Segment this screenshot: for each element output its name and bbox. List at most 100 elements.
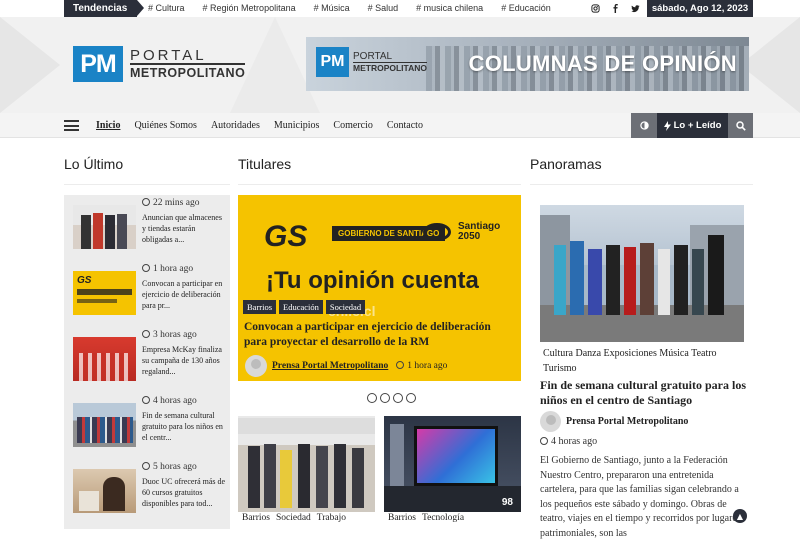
twitter-icon[interactable] bbox=[630, 0, 640, 17]
list-item[interactable]: GS 1 hora ago Convocan a participar en e… bbox=[73, 261, 223, 316]
scroll-to-top-button[interactable]: ▲ bbox=[733, 509, 747, 523]
item-title[interactable]: Fin de semana cultural gratuito para los… bbox=[142, 410, 227, 443]
clock-icon bbox=[396, 361, 405, 369]
main-nav: Inicio Quiénes Somos Autoridades Municip… bbox=[0, 113, 800, 138]
list-item[interactable]: 22 mins ago Anuncian que almacenes y tie… bbox=[73, 195, 223, 250]
santiago-2050-line-2: 2050 bbox=[458, 231, 481, 242]
item-time-text: 22 mins ago bbox=[153, 198, 200, 208]
card-image[interactable] bbox=[238, 416, 375, 512]
list-item[interactable]: 4 horas ago Fin de semana cultural gratu… bbox=[73, 393, 223, 448]
tag-tecnologia[interactable]: Tecnología bbox=[422, 513, 464, 523]
panorama-image[interactable] bbox=[540, 205, 744, 342]
featured-tags: Barrios Educación Sociedad bbox=[243, 300, 366, 314]
facebook-icon[interactable] bbox=[610, 0, 620, 17]
card-tags: Barrios Tecnología bbox=[388, 513, 464, 523]
tag-teatro[interactable]: Teatro bbox=[691, 348, 716, 359]
divider bbox=[64, 184, 230, 185]
item-title[interactable]: Convocan a participar en ejercicio de de… bbox=[142, 278, 227, 311]
slider-dots bbox=[367, 393, 416, 403]
tag-sociedad[interactable]: Sociedad bbox=[276, 513, 311, 523]
item-title[interactable]: Duoc UC ofrecerá más de 60 cursos gratui… bbox=[142, 476, 227, 509]
slider-dot-1[interactable] bbox=[367, 393, 377, 403]
item-time-text: 4 horas ago bbox=[153, 396, 197, 406]
header-pattern bbox=[0, 17, 60, 113]
trending-label: Tendencias bbox=[64, 0, 144, 17]
trending-tag-educacion[interactable]: # Educación bbox=[501, 0, 551, 17]
site-logo[interactable]: PM PORTAL METROPOLITANO bbox=[73, 46, 246, 82]
nav-item-municipios[interactable]: Municipios bbox=[274, 120, 320, 131]
panorama-title[interactable]: Fin de semana cultural gratuito para los… bbox=[540, 378, 750, 408]
logo-line-1: PORTAL bbox=[130, 46, 207, 64]
trending-tag-musica[interactable]: # Música bbox=[314, 0, 350, 17]
panorama-author: Prensa Portal Metropolitano bbox=[540, 411, 688, 432]
top-bar: Tendencias # Cultura # Región Metropolit… bbox=[0, 0, 800, 17]
nav-item-comercio[interactable]: Comercio bbox=[333, 120, 372, 131]
item-time: 3 horas ago bbox=[142, 330, 197, 340]
thumbnail-image: GS bbox=[73, 271, 136, 315]
instagram-icon[interactable] bbox=[590, 0, 600, 17]
tag-trabajo[interactable]: Trabajo bbox=[317, 513, 346, 523]
thumbnail-image bbox=[73, 469, 136, 513]
item-time: 4 horas ago bbox=[142, 396, 197, 406]
nav-item-inicio[interactable]: Inicio bbox=[96, 120, 120, 131]
list-item[interactable]: 3 horas ago Empresa McKay finaliza su ca… bbox=[73, 327, 223, 382]
featured-author: Prensa Portal Metropolitano 1 hora ago bbox=[245, 355, 447, 377]
featured-slide-image[interactable]: GS GOBIERNO DE SANTIAGO Santiago 2050 ¡Tu… bbox=[238, 195, 521, 381]
header-pattern bbox=[740, 17, 800, 113]
slider-dot-2[interactable] bbox=[380, 393, 390, 403]
trending-tag-musica-chilena[interactable]: # musica chilena bbox=[416, 0, 483, 17]
tag-turismo[interactable]: Turismo bbox=[543, 363, 577, 374]
tag-exposiciones[interactable]: Exposiciones bbox=[604, 348, 657, 359]
item-title[interactable]: Empresa McKay finaliza su campaña de 130… bbox=[142, 344, 227, 377]
lo-mas-leido-label: Lo + Leído bbox=[673, 120, 722, 131]
site-header: PM PORTAL METROPOLITANO PM PORTAL METROPO… bbox=[0, 17, 800, 113]
trending-tag-region[interactable]: # Región Metropolitana bbox=[203, 0, 296, 17]
banner-logo-line-2: METROPOLITANO bbox=[353, 61, 427, 73]
lo-mas-leido-button[interactable]: Lo + Leído bbox=[657, 113, 728, 138]
columnas-opinion-banner[interactable]: PM PORTAL METROPOLITANO COLUMNAS DE OPINI… bbox=[306, 37, 749, 91]
item-time-text: 1 hora ago bbox=[153, 264, 194, 274]
section-title-headlines: Titulares bbox=[238, 156, 292, 172]
banner-logo: PM PORTAL METROPOLITANO bbox=[316, 47, 427, 77]
item-time-text: 5 horas ago bbox=[153, 462, 197, 472]
item-time: 1 hora ago bbox=[142, 264, 193, 274]
author-name[interactable]: Prensa Portal Metropolitano bbox=[566, 416, 688, 427]
nav-item-quienes-somos[interactable]: Quiénes Somos bbox=[134, 120, 197, 131]
card-image[interactable]: 98 bbox=[384, 416, 521, 512]
logo-line-2: METROPOLITANO bbox=[130, 62, 246, 80]
tag-sociedad[interactable]: Sociedad bbox=[325, 300, 366, 314]
trending-tag-cultura[interactable]: # Cultura bbox=[148, 0, 185, 17]
nav-item-contacto[interactable]: Contacto bbox=[387, 120, 423, 131]
item-title[interactable]: Anuncian que almacenes y tiendas estarán… bbox=[142, 212, 227, 245]
contrast-icon bbox=[639, 121, 649, 130]
slider-dot-4[interactable] bbox=[406, 393, 416, 403]
panorama-tags: Cultura Danza Exposiciones Música Teatro… bbox=[543, 346, 743, 376]
current-date: sábado, Ago 12, 2023 bbox=[647, 0, 753, 17]
slider-dot-3[interactable] bbox=[393, 393, 403, 403]
hamburger-menu-icon[interactable] bbox=[64, 120, 79, 131]
search-button[interactable] bbox=[728, 113, 753, 138]
clock-icon bbox=[142, 330, 150, 338]
banner-logo-text: PORTAL METROPOLITANO bbox=[353, 51, 427, 73]
thumbnail-image bbox=[73, 337, 136, 381]
item-time: 5 horas ago bbox=[142, 462, 197, 472]
tag-educacion[interactable]: Educación bbox=[279, 300, 323, 314]
nav-buttons: Lo + Leído bbox=[631, 113, 753, 138]
list-item[interactable]: 5 horas ago Duoc UC ofrecerá más de 60 c… bbox=[73, 459, 225, 514]
clock-icon bbox=[540, 437, 548, 445]
trending-tag-salud[interactable]: # Salud bbox=[368, 0, 399, 17]
featured-title[interactable]: Convocan a participar en ejercicio de de… bbox=[244, 320, 516, 350]
nav-item-autoridades[interactable]: Autoridades bbox=[211, 120, 260, 131]
tag-musica[interactable]: Música bbox=[659, 348, 688, 359]
dark-mode-toggle[interactable] bbox=[631, 113, 657, 138]
clock-icon bbox=[142, 396, 150, 404]
logo-mark: PM bbox=[73, 46, 123, 82]
tag-barrios[interactable]: Barrios bbox=[242, 513, 270, 523]
tag-barrios[interactable]: Barrios bbox=[388, 513, 416, 523]
tag-danza[interactable]: Danza bbox=[576, 348, 602, 359]
tag-cultura[interactable]: Cultura bbox=[543, 348, 573, 359]
tag-barrios[interactable]: Barrios bbox=[243, 300, 277, 314]
latest-list: 22 mins ago Anuncian que almacenes y tie… bbox=[64, 195, 230, 529]
search-icon bbox=[735, 120, 746, 131]
author-name[interactable]: Prensa Portal Metropolitano bbox=[272, 361, 388, 371]
